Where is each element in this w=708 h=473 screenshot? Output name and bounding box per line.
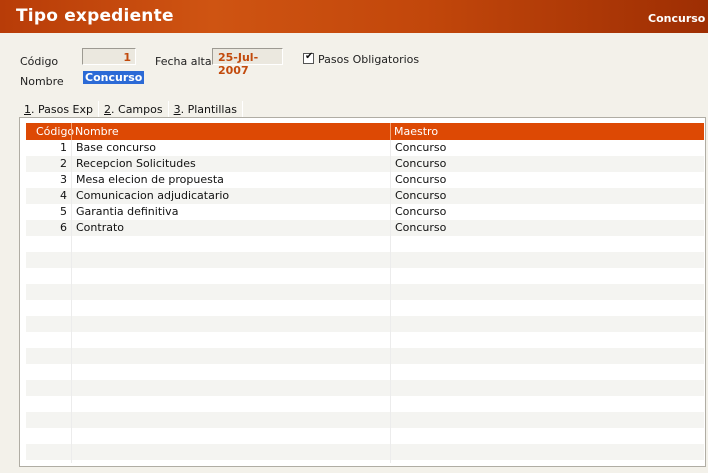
table-row[interactable] [26,348,704,364]
codigo-value: 1 [123,51,131,64]
tab-strip: 1. Pasos Exp 2. Campos 3. Plantillas [20,99,244,119]
checkmark-icon: ✔ [305,51,314,62]
nombre-input[interactable]: Concurso [83,71,703,84]
cell-maestro: Concurso [395,157,447,170]
tab-separator [167,101,169,117]
nombre-value: Concurso [83,71,145,84]
column-header-nombre[interactable]: Nombre [75,125,119,138]
cell-codigo: 2 [60,157,67,170]
cell-maestro: Concurso [395,173,447,186]
cell-nombre: Recepcion Solicitudes [76,157,196,170]
pasos-obligatorios-label: Pasos Obligatorios [318,53,420,66]
fecha-alta-label: Fecha alta [155,55,212,68]
codigo-field[interactable]: 1 [82,48,136,65]
cell-nombre: Mesa elecion de propuesta [76,173,224,186]
fecha-alta-field[interactable]: 25-Jul-2007 [212,48,283,77]
table-row[interactable]: 3 Mesa elecion de propuesta Concurso [26,172,704,188]
cell-codigo: 6 [60,221,67,234]
grid-column-line [390,140,391,463]
table-row[interactable] [26,300,704,316]
table-row[interactable] [26,316,704,332]
codigo-label: Código [20,55,59,68]
cell-codigo: 3 [60,173,67,186]
cell-maestro: Concurso [395,221,447,234]
grid-column-line [71,140,72,463]
table-row[interactable]: 6 Contrato Concurso [26,220,704,236]
title-bar: Tipo expediente Concurso [0,0,708,33]
cell-nombre: Comunicacion adjudicatario [76,189,230,202]
pasos-obligatorios-checkbox[interactable]: ✔ [303,51,314,64]
tab-separator [98,101,100,117]
table-row[interactable] [26,332,704,348]
table-row[interactable]: 2 Recepcion Solicitudes Concurso [26,156,704,172]
table-row[interactable]: 5 Garantia definitiva Concurso [26,204,704,220]
table-row[interactable] [26,396,704,412]
table-row[interactable] [26,236,704,252]
table-row[interactable] [26,380,704,396]
table-row[interactable] [26,284,704,300]
cell-nombre: Base concurso [76,141,157,154]
cell-maestro: Concurso [395,205,447,218]
tab-plantillas[interactable]: 3. Plantillas [170,103,241,116]
cell-maestro: Concurso [395,141,447,154]
table-row[interactable] [26,412,704,428]
table-row[interactable] [26,268,704,284]
grid-header: Código Nombre Maestro [26,123,704,140]
window-title: Tipo expediente [16,6,174,26]
column-divider [71,123,72,140]
column-divider [390,123,391,140]
table-row[interactable]: 1 Base concurso Concurso [26,140,704,156]
cell-codigo: 4 [60,189,67,202]
cell-nombre: Contrato [76,221,125,234]
tab-separator [241,101,243,117]
title-bar-record-name: Concurso [648,12,706,25]
table-row[interactable]: 4 Comunicacion adjudicatario Concurso [26,188,704,204]
table-row[interactable] [26,444,704,460]
pasos-grid[interactable]: Código Nombre Maestro 1 Base concurso Conc… [26,123,704,463]
table-row[interactable] [26,364,704,380]
table-row[interactable] [26,252,704,268]
cell-codigo: 5 [60,205,67,218]
cell-codigo: 1 [60,141,67,154]
tab-pasos-exp[interactable]: 1. Pasos Exp [20,103,97,116]
cell-maestro: Concurso [395,189,447,202]
table-row[interactable] [26,428,704,444]
cell-nombre: Garantia definitiva [76,205,179,218]
column-header-codigo[interactable]: Código [36,125,74,138]
column-header-maestro[interactable]: Maestro [394,125,438,138]
nombre-label: Nombre [20,75,64,88]
tab-campos[interactable]: 2. Campos [100,103,167,116]
